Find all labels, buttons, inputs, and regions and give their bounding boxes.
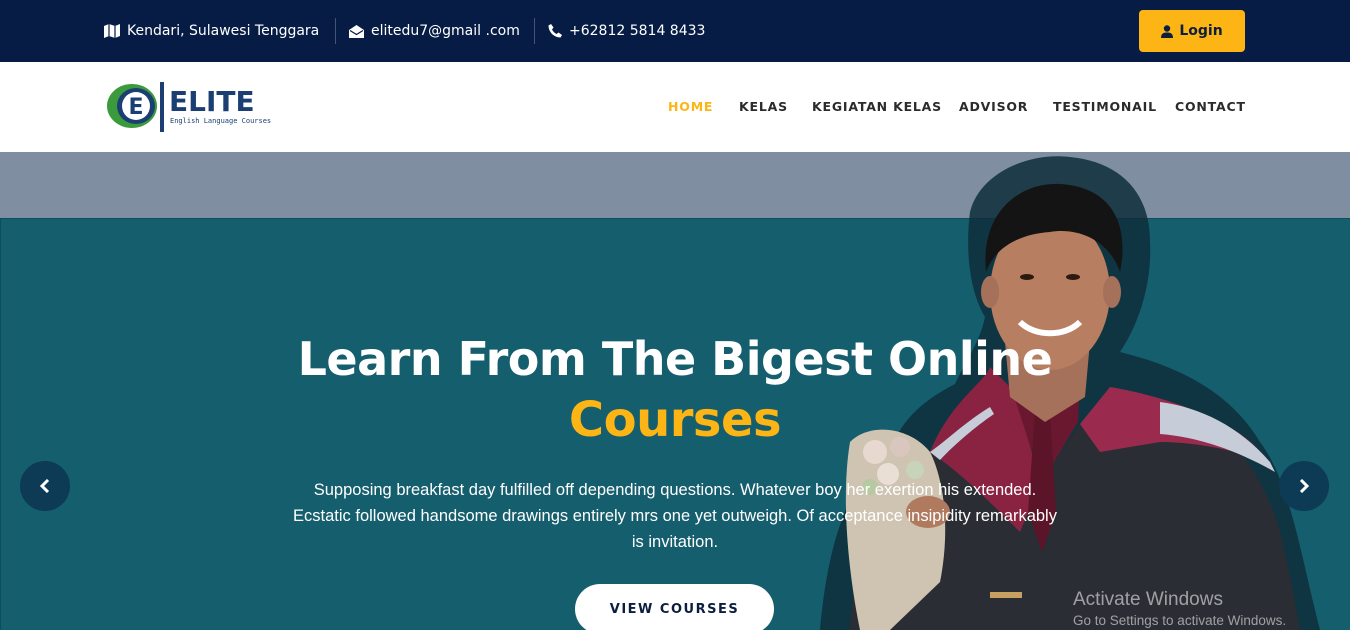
phone-info[interactable]: +62812 5814 8433 (548, 0, 705, 62)
main-navbar: E ELITE English Language Courses HOME KE… (0, 62, 1350, 152)
top-bar: Kendari, Sulawesi Tenggara elitedu7@gmai… (0, 0, 1350, 62)
slider-prev-button[interactable] (20, 461, 70, 511)
nav-item-home[interactable]: HOME (668, 99, 713, 114)
location-text: Kendari, Sulawesi Tenggara (127, 23, 320, 39)
nav-item-advisor[interactable]: ADVISOR (959, 99, 1028, 114)
phone-icon (548, 24, 562, 38)
graduate-photo (820, 156, 1320, 630)
chevron-right-icon (1299, 479, 1310, 493)
slider-next-button[interactable] (1279, 461, 1329, 511)
envelope-icon (349, 24, 364, 38)
hero-headline: Learn From The Bigest Online (297, 332, 1053, 386)
watermark-subtitle: Go to Settings to activate Windows. (1073, 613, 1287, 628)
email-text[interactable]: elitedu7@gmail .com (371, 23, 520, 39)
login-label[interactable]: Login (1179, 23, 1222, 39)
divider (534, 18, 535, 44)
svg-text:E: E (128, 95, 143, 120)
view-courses-button[interactable]: VIEW COURSES (575, 584, 774, 630)
nav-item-kegiatan-kelas[interactable]: KEGIATAN KELAS (812, 99, 942, 114)
email-info[interactable]: elitedu7@gmail .com (349, 0, 520, 62)
hero-description: Supposing breakfast day fulfilled off de… (293, 481, 1057, 551)
nav-item-contact[interactable]: CONTACT (1175, 99, 1246, 114)
watermark-title: Activate Windows (1073, 589, 1223, 610)
map-icon (104, 24, 120, 38)
phone-text[interactable]: +62812 5814 8433 (569, 23, 705, 39)
chevron-left-icon (39, 479, 50, 493)
divider (335, 18, 336, 44)
windows-activation-watermark: Activate Windows Go to Settings to activ… (1073, 589, 1286, 628)
location-info: Kendari, Sulawesi Tenggara (104, 0, 319, 62)
nav-item-kelas[interactable]: KELAS (739, 99, 788, 114)
elite-logo[interactable]: E ELITE English Language Courses (106, 80, 286, 136)
login-button[interactable]: Login (1139, 10, 1245, 52)
logo-text: ELITE (169, 85, 255, 118)
hero-slider: Learn From The Bigest Online Courses Sup… (0, 152, 1350, 630)
logo-tagline: English Language Courses (170, 117, 271, 125)
nav-item-testimonail[interactable]: TESTIMONAIL (1053, 99, 1157, 114)
user-icon (1161, 24, 1174, 38)
hero-headline-highlight: Courses (568, 392, 782, 448)
